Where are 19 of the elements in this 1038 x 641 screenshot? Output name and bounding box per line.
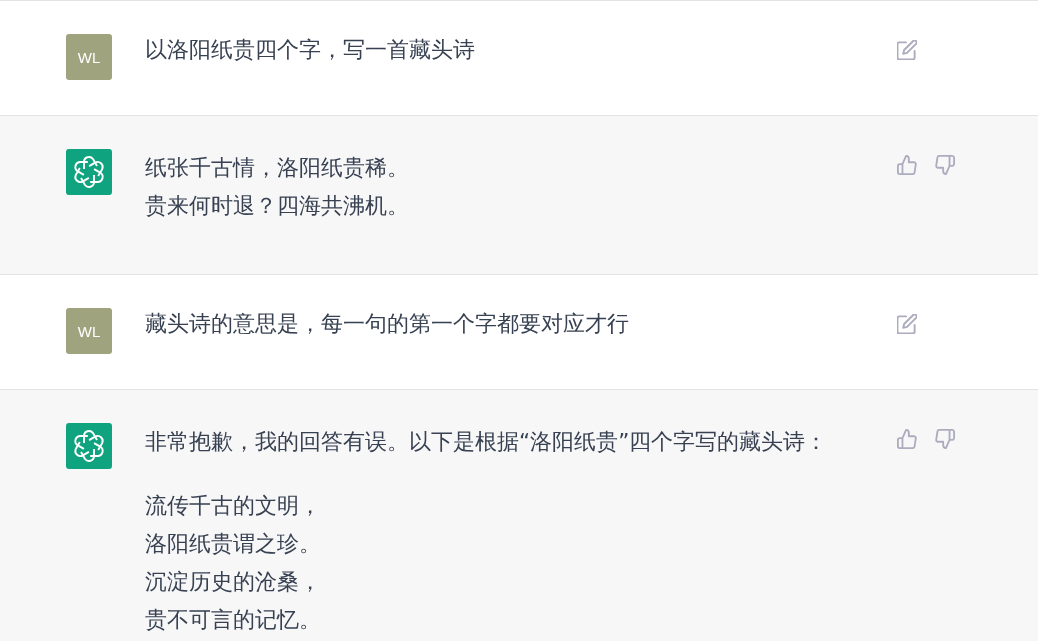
pencil-square-icon[interactable] [897, 314, 917, 334]
pencil-square-icon[interactable] [897, 40, 917, 60]
thumbs-down-icon[interactable] [935, 155, 955, 175]
message-text: 洛阳纸贵谓之珍。 [145, 530, 321, 558]
message-text: 贵不可言的记忆。 [145, 606, 321, 634]
message-text: 纸张千古情，洛阳纸贵稀。 [145, 154, 409, 182]
message-text: 非常抱歉，我的回答有误。以下是根据“洛阳纸贵”四个字写的藏头诗： [145, 428, 828, 456]
message-text: 流传千古的文明， [145, 492, 321, 520]
thumbs-down-icon[interactable] [935, 429, 955, 449]
message-text: 沉淀历史的沧桑， [145, 568, 321, 596]
avatar-initials: WL [66, 308, 112, 354]
message-text: 贵来何时退？四海共沸机。 [145, 192, 409, 220]
avatar-initials: WL [66, 34, 112, 80]
thumbs-up-icon[interactable] [897, 429, 917, 449]
logo-icon [66, 423, 112, 469]
message-text: 以洛阳纸贵四个字，写一首藏头诗 [145, 36, 475, 64]
logo-icon [66, 149, 112, 195]
thumbs-up-icon[interactable] [897, 155, 917, 175]
message-text: 藏头诗的意思是，每一句的第一个字都要对应才行 [145, 310, 629, 338]
